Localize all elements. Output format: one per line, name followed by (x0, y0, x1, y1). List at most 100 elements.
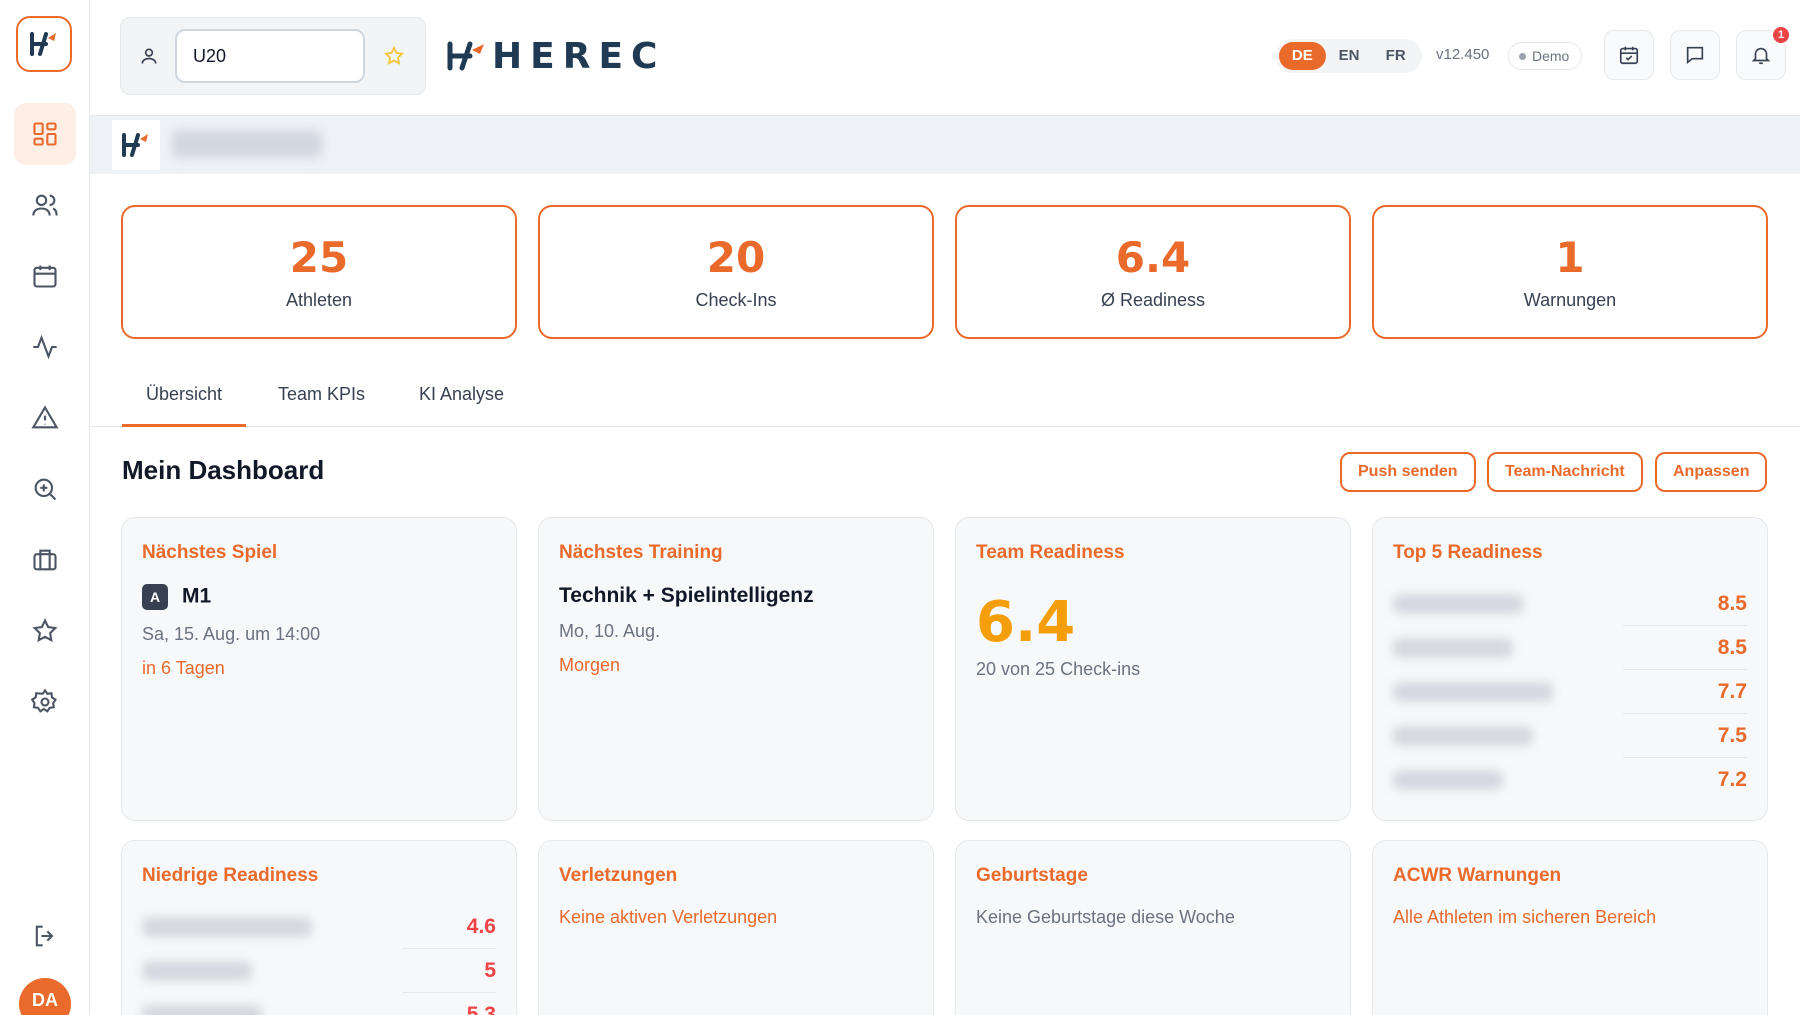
list-item[interactable]: 5.3 (142, 993, 496, 1015)
list-item[interactable]: 5 (142, 949, 496, 993)
kpi-value: 25 (289, 233, 349, 282)
kpi-label: Athleten (285, 290, 353, 310)
bell-icon (1751, 47, 1771, 65)
widget-top5-readiness[interactable]: Top 5 Readiness 8.5 8.5 7.7 7.5 7.2 (1372, 517, 1768, 821)
readiness-score: 8.5 (1717, 636, 1747, 659)
widget-team-readiness[interactable]: Team Readiness 6.4 20 von 25 Check-ins (955, 517, 1351, 821)
athlete-name-redacted (1393, 770, 1503, 790)
club-logo-icon (122, 133, 148, 157)
training-name: Technik + Spielintelligenz (559, 584, 814, 607)
brand-logo: HEREC (444, 35, 666, 77)
dashboard-icon (33, 122, 57, 146)
widget-next-game[interactable]: Nächstes Spiel A M1 Sa, 15. Aug. um 14:00… (121, 517, 517, 821)
kpi-value: 1 (1555, 233, 1585, 282)
acwr-text: Alle Athleten im sicheren Bereich (1393, 907, 1657, 927)
club-bar (90, 116, 1800, 174)
kpi-athletes: 25 Athleten (121, 205, 517, 339)
page-title: Mein Dashboard (122, 455, 325, 485)
top5-list: 8.5 8.5 7.7 7.5 7.2 (1393, 582, 1747, 802)
user-icon (141, 48, 157, 64)
briefcase-icon (33, 549, 57, 571)
widget-next-training[interactable]: Nächstes Training Technik + Spielintelli… (538, 517, 934, 821)
calendar-icon (33, 265, 57, 288)
kpi-label: Warnungen (1523, 290, 1617, 310)
list-item[interactable]: 8.5 (1393, 582, 1747, 626)
widget-acwr-warnings[interactable]: ACWR Warnungen Alle Athleten im sicheren… (1372, 840, 1768, 1015)
customize-button[interactable]: Anpassen (1655, 452, 1768, 492)
widget-injuries[interactable]: Verletzungen Keine aktiven Verletzungen (538, 840, 934, 1015)
language-switcher: DE EN FR (1276, 39, 1422, 73)
logout-icon (35, 925, 54, 947)
lang-en[interactable]: EN (1326, 42, 1373, 70)
list-item[interactable]: 4.6 (142, 905, 496, 949)
kpi-warnings: 1 Warnungen (1372, 205, 1768, 339)
kpi-value: 6.4 (1115, 233, 1191, 282)
sidebar-item-warnings[interactable] (14, 387, 76, 449)
notification-badge: 1 (1771, 25, 1791, 45)
widget-birthdays[interactable]: Geburtstage Keine Geburtstage diese Woch… (955, 840, 1351, 1015)
athlete-name-redacted (142, 1005, 262, 1015)
lang-fr[interactable]: FR (1372, 42, 1419, 70)
brand-wordmark: HEREC (492, 35, 666, 77)
tab-team-kpis[interactable]: Team KPIs (278, 384, 365, 427)
favorite-star-icon[interactable] (383, 45, 405, 67)
calendar-check-icon (1619, 46, 1639, 65)
low-readiness-list: 4.6 5 5.3 (142, 905, 496, 1015)
widget-title: Nächstes Spiel (142, 542, 278, 563)
training-relative: Morgen (559, 655, 621, 675)
list-item[interactable]: 8.5 (1393, 626, 1747, 670)
athlete-name-redacted (1393, 726, 1533, 746)
sidebar-item-favorites[interactable] (14, 600, 76, 662)
widget-title: Geburtstage (976, 865, 1088, 886)
sidebar-item-analysis[interactable] (14, 458, 76, 520)
app-logo[interactable] (16, 16, 72, 72)
team-readiness-subtitle: 20 von 25 Check-ins (976, 659, 1141, 679)
sidebar-item-briefcase[interactable] (14, 529, 76, 591)
logout-button[interactable] (14, 905, 76, 967)
message-icon (1686, 46, 1704, 65)
kpi-label: Check-Ins (695, 290, 777, 310)
sidebar-item-activity[interactable] (14, 316, 76, 378)
athlete-name-redacted (142, 917, 312, 937)
list-item[interactable]: 7.2 (1393, 758, 1747, 802)
users-icon (32, 194, 58, 216)
athlete-name-redacted (142, 961, 252, 981)
list-item[interactable]: 7.7 (1393, 670, 1747, 714)
home-away-tag: A (142, 584, 168, 610)
version-label: v12.450 (1436, 46, 1490, 63)
tab-overview[interactable]: Übersicht (122, 384, 247, 427)
next-game-date: Sa, 15. Aug. um 14:00 (142, 624, 321, 644)
widget-title: Nächstes Training (559, 542, 723, 563)
team-readiness-value: 6.4 (976, 590, 1076, 655)
opponent-name: M1 (182, 584, 212, 608)
readiness-score: 4.6 (466, 915, 496, 938)
zoom-in-icon (34, 478, 57, 501)
sidebar-item-settings[interactable] (14, 671, 76, 733)
next-game-opponent: A M1 (142, 584, 211, 610)
avatar[interactable]: DA (19, 978, 71, 1015)
list-item[interactable]: 7.5 (1393, 714, 1747, 758)
tab-ai-analysis[interactable]: KI Analyse (419, 384, 504, 427)
messages-button[interactable] (1670, 30, 1720, 80)
push-send-button[interactable]: Push senden (1340, 452, 1476, 492)
athlete-name-redacted (1393, 682, 1553, 702)
sidebar: DA (0, 0, 90, 1015)
sidebar-item-dashboard[interactable] (14, 103, 76, 165)
readiness-score: 7.7 (1717, 680, 1747, 703)
sidebar-item-athletes[interactable] (14, 174, 76, 236)
club-name-redacted (172, 130, 322, 158)
team-input[interactable] (175, 29, 365, 83)
athlete-name-redacted (1393, 638, 1513, 658)
readiness-score: 7.2 (1717, 768, 1747, 791)
injuries-text: Keine aktiven Verletzungen (559, 907, 778, 927)
team-message-button[interactable]: Team-Nachricht (1487, 452, 1643, 492)
status-dot (1519, 52, 1526, 60)
widget-title: Top 5 Readiness (1393, 542, 1543, 563)
next-game-relative: in 6 Tagen (142, 658, 225, 678)
lang-de[interactable]: DE (1279, 42, 1326, 70)
notifications-button[interactable]: 1 (1736, 25, 1791, 80)
sidebar-item-calendar[interactable] (14, 245, 76, 307)
widget-low-readiness[interactable]: Niedrige Readiness 4.6 5 5.3 (121, 840, 517, 1015)
calendar-button[interactable] (1604, 30, 1654, 80)
top-bar: HEREC DE EN FR v12.450 Demo 1 (90, 0, 1800, 116)
